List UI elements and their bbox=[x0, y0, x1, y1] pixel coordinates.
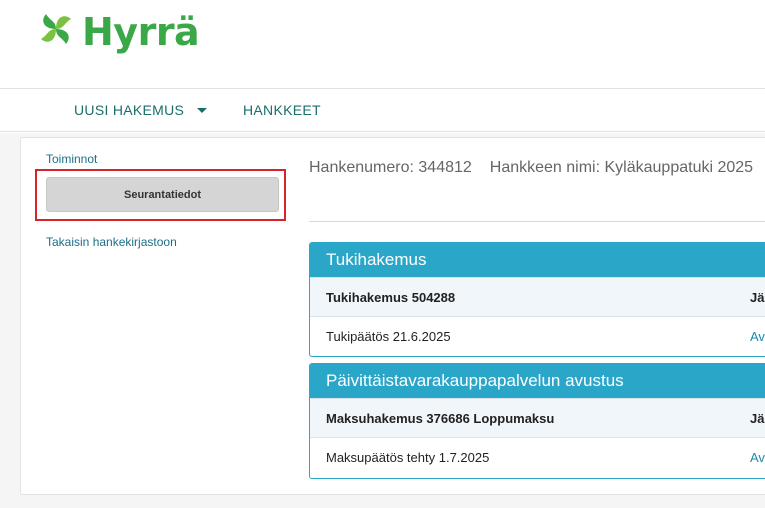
swirl-leaf-icon bbox=[36, 9, 76, 54]
row-title: Tukipäätös 21.6.2025 bbox=[326, 328, 451, 344]
panel-tukihakemus: Tukihakemus Tukihakemus 504288 Jä Tukipä… bbox=[309, 242, 765, 357]
row-open-link[interactable]: Av bbox=[750, 450, 765, 465]
row-open-link[interactable]: Av bbox=[750, 329, 765, 344]
nav-hankkeet[interactable]: HANKKEET bbox=[243, 102, 321, 118]
seurantatiedot-button[interactable]: Seurantatiedot bbox=[46, 177, 279, 212]
panel-title: Tukihakemus bbox=[310, 243, 765, 277]
nav-uusi-hakemus[interactable]: UUSI HAKEMUS bbox=[74, 102, 208, 118]
row-title: Maksupäätös tehty 1.7.2025 bbox=[326, 449, 490, 465]
sidebar-title: Toiminnot bbox=[46, 152, 98, 166]
project-name: Hankkeen nimi: Kyläkauppatuki 2025 bbox=[489, 159, 754, 176]
chevron-down-icon bbox=[197, 107, 208, 113]
panel-avustus: Päivittäistavarakauppapalvelun avustus M… bbox=[309, 363, 765, 479]
brand-name: Hyrrä bbox=[82, 9, 200, 54]
table-row[interactable]: Tukipäätös 21.6.2025 Av bbox=[310, 316, 765, 355]
table-row[interactable]: Maksupäätös tehty 1.7.2025 Av bbox=[310, 437, 765, 476]
brand-logo[interactable]: Hyrrä bbox=[36, 9, 200, 54]
main-nav: UUSI HAKEMUS HANKKEET bbox=[0, 88, 765, 132]
table-row[interactable]: Tukihakemus 504288 Jä bbox=[310, 277, 765, 316]
app-header: Hyrrä bbox=[0, 0, 765, 88]
row-status: Jä bbox=[750, 410, 765, 426]
project-number: Hankenumero: 344812 bbox=[309, 159, 472, 176]
table-row[interactable]: Maksuhakemus 376686 Loppumaksu Jä bbox=[310, 398, 765, 437]
divider bbox=[309, 221, 765, 222]
row-status: Jä bbox=[750, 289, 765, 305]
row-title: Maksuhakemus 376686 Loppumaksu bbox=[326, 410, 555, 426]
nav-uusi-hakemus-label: UUSI HAKEMUS bbox=[74, 102, 185, 118]
panel-title: Päivittäistavarakauppapalvelun avustus bbox=[310, 364, 765, 398]
project-info: Hankenumero: 344812 Hankkeen nimi: Kyläka… bbox=[309, 159, 753, 177]
back-to-library-link[interactable]: Takaisin hankekirjastoon bbox=[46, 235, 177, 249]
row-title: Tukihakemus 504288 bbox=[326, 289, 456, 305]
